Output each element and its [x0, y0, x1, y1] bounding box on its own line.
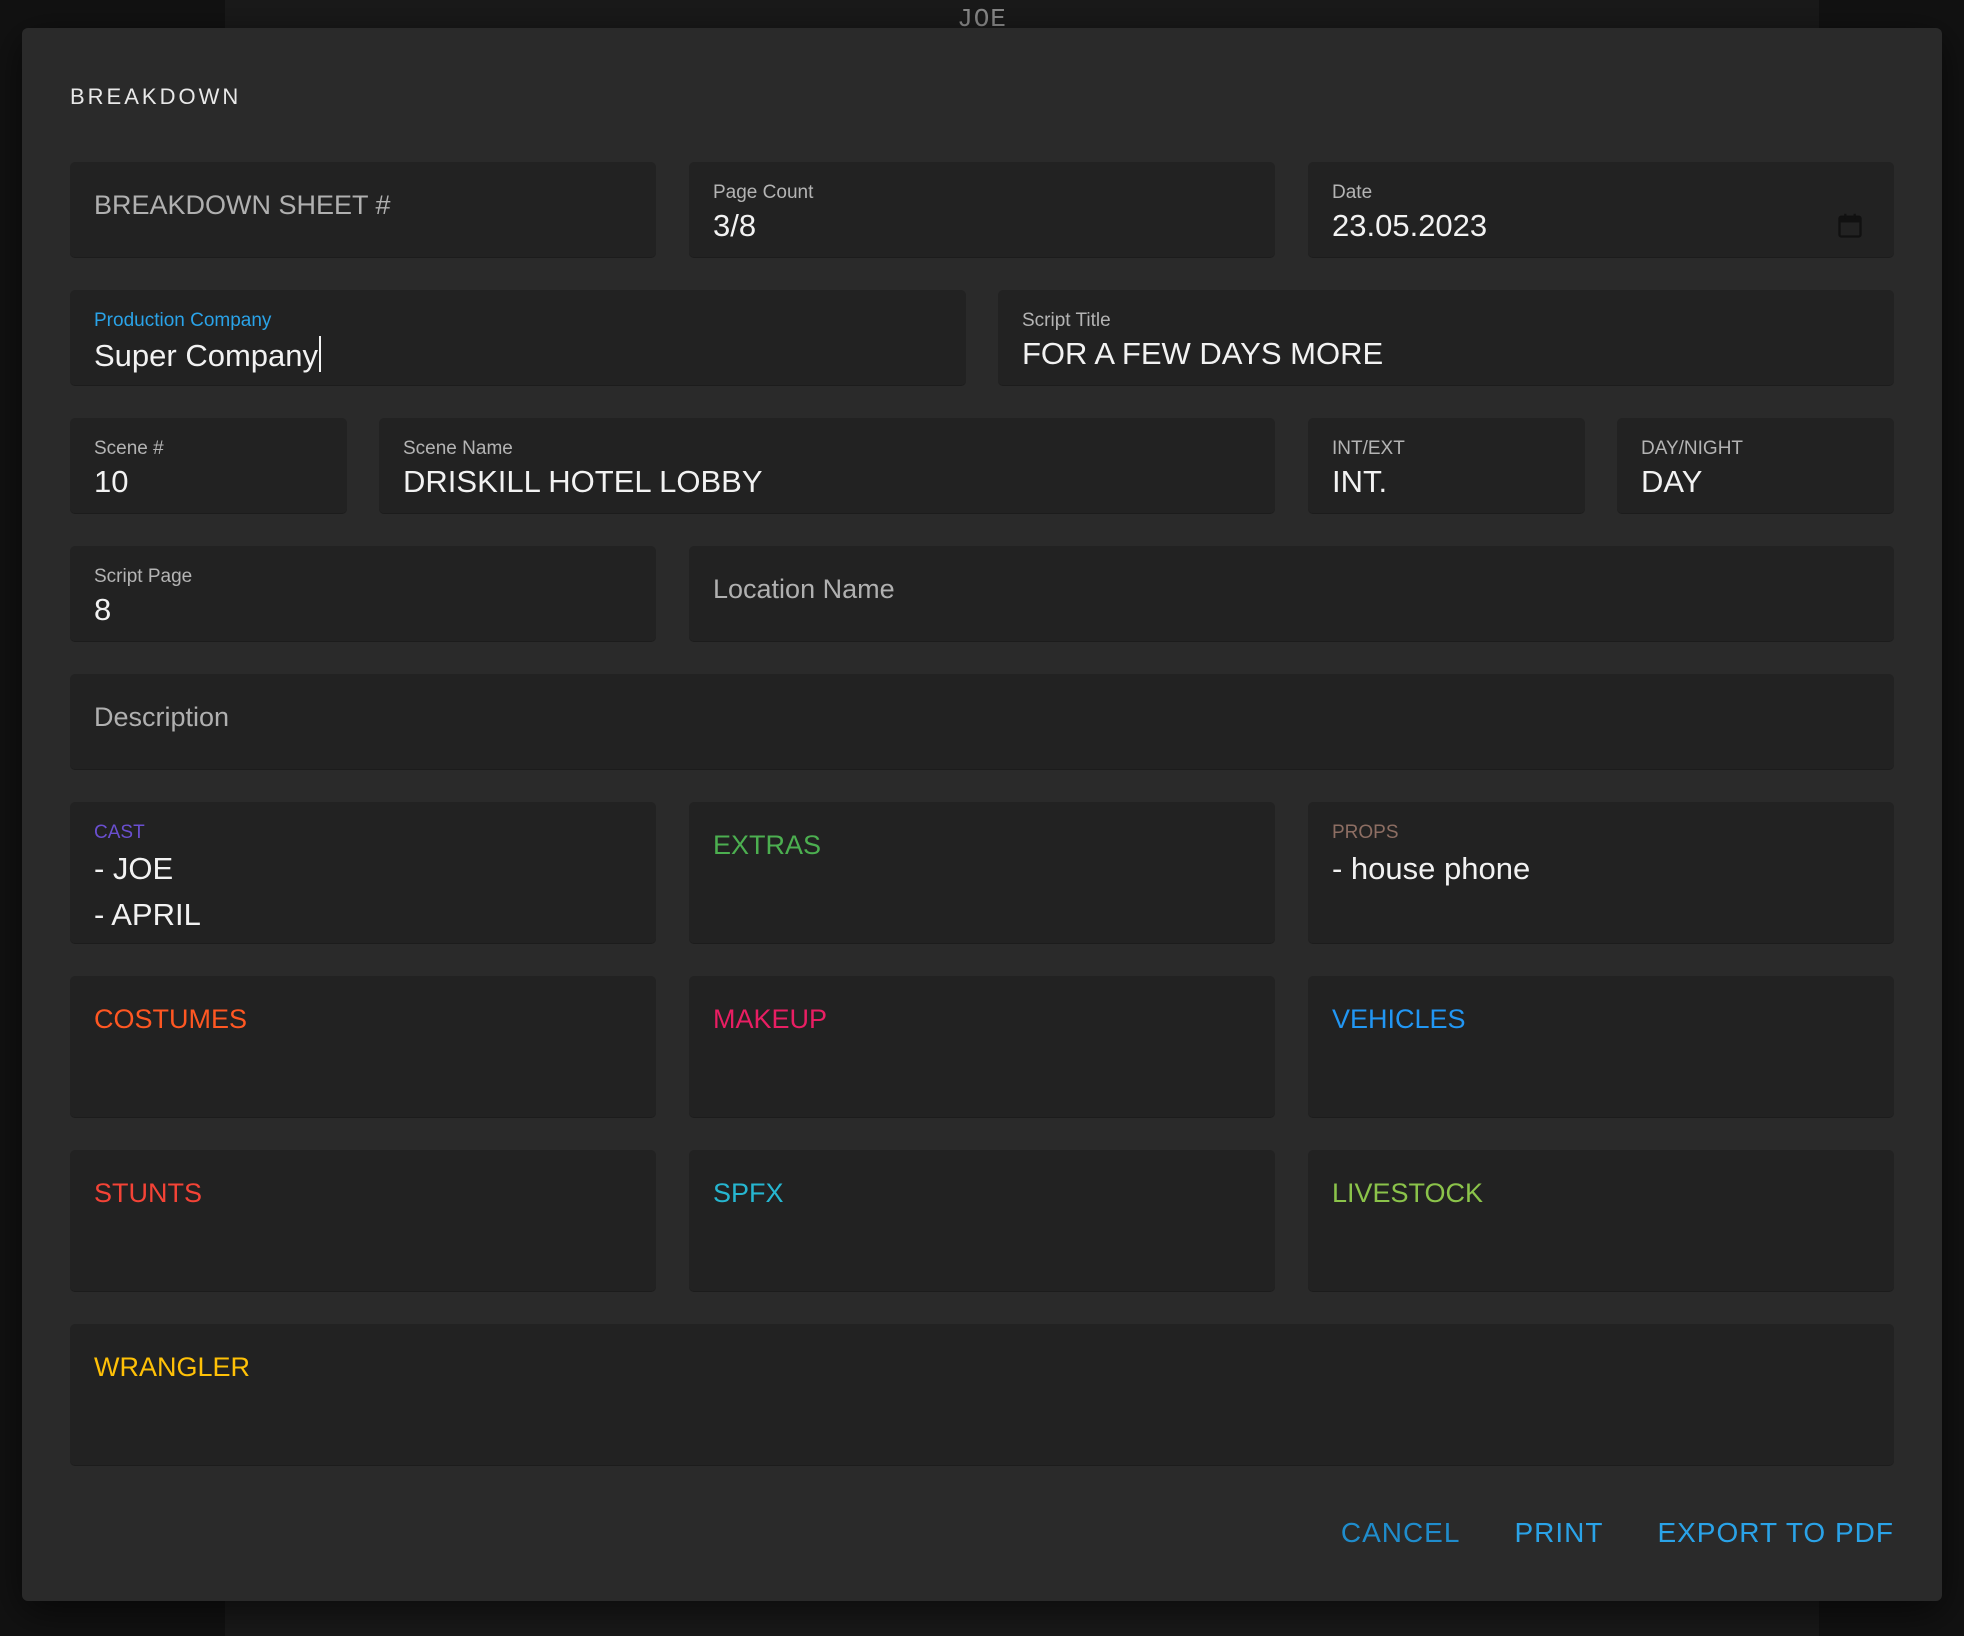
- description-placeholder: Description: [94, 702, 230, 732]
- calendar-icon[interactable]: [1836, 212, 1864, 240]
- script-page-value: 8: [94, 592, 112, 627]
- vehicles-field[interactable]: VEHICLES: [1308, 976, 1894, 1118]
- page-count-label: Page Count: [713, 182, 814, 203]
- scene-number-field[interactable]: Scene # 10: [70, 418, 347, 514]
- int-ext-label: INT/EXT: [1332, 438, 1405, 459]
- stunts-field[interactable]: STUNTS: [70, 1150, 656, 1292]
- cancel-button[interactable]: CANCEL: [1341, 1517, 1461, 1549]
- cast-label: CAST: [94, 822, 145, 843]
- date-field[interactable]: Date 23.05.2023: [1308, 162, 1894, 258]
- day-night-value: DAY: [1641, 464, 1703, 499]
- extras-label: EXTRAS: [713, 830, 822, 860]
- cast-field[interactable]: CAST - JOE - APRIL: [70, 802, 656, 944]
- date-value: 23.05.2023: [1332, 208, 1488, 243]
- text-caret: [319, 336, 322, 372]
- production-company-value: Super Company: [94, 336, 322, 374]
- wrangler-label: WRANGLER: [94, 1352, 251, 1382]
- page-count-field[interactable]: Page Count 3/8: [689, 162, 1275, 258]
- wrangler-field[interactable]: WRANGLER: [70, 1324, 1894, 1466]
- dialog-actions: CANCEL PRINT EXPORT TO PDF: [1341, 1517, 1894, 1549]
- script-title-value: FOR A FEW DAYS MORE: [1022, 336, 1384, 371]
- production-company-field[interactable]: Production Company Super Company: [70, 290, 966, 386]
- costumes-label: COSTUMES: [94, 1004, 248, 1034]
- day-night-label: DAY/NIGHT: [1641, 438, 1744, 459]
- script-page-field[interactable]: Script Page 8: [70, 546, 656, 642]
- int-ext-value: INT.: [1332, 464, 1388, 499]
- script-title-field[interactable]: Script Title FOR A FEW DAYS MORE: [998, 290, 1894, 386]
- costumes-field[interactable]: COSTUMES: [70, 976, 656, 1118]
- vehicles-label: VEHICLES: [1332, 1004, 1466, 1034]
- day-night-field[interactable]: DAY/NIGHT DAY: [1617, 418, 1894, 514]
- props-list: - house phone: [1332, 846, 1530, 892]
- description-field[interactable]: Description: [70, 674, 1894, 770]
- breakdown-dialog: BREAKDOWN BREAKDOWN SHEET # Page Count 3…: [22, 28, 1942, 1601]
- stunts-label: STUNTS: [94, 1178, 202, 1208]
- props-field[interactable]: PROPS - house phone: [1308, 802, 1894, 944]
- location-name-placeholder: Location Name: [713, 574, 895, 604]
- script-title-label: Script Title: [1022, 310, 1111, 331]
- scene-name-value: DRISKILL HOTEL LOBBY: [403, 464, 763, 499]
- script-page-label: Script Page: [94, 566, 193, 587]
- dialog-title: BREAKDOWN: [70, 84, 242, 109]
- breakdown-sheet-field[interactable]: BREAKDOWN SHEET #: [70, 162, 656, 258]
- breakdown-sheet-placeholder: BREAKDOWN SHEET #: [94, 190, 391, 220]
- livestock-field[interactable]: LIVESTOCK: [1308, 1150, 1894, 1292]
- int-ext-field[interactable]: INT/EXT INT.: [1308, 418, 1585, 514]
- scene-name-label: Scene Name: [403, 438, 513, 459]
- makeup-label: MAKEUP: [713, 1004, 828, 1034]
- page-count-value: 3/8: [713, 208, 757, 243]
- production-company-label: Production Company: [94, 310, 272, 331]
- props-item: - house phone: [1332, 851, 1531, 886]
- extras-field[interactable]: EXTRAS: [689, 802, 1275, 944]
- scene-name-field[interactable]: Scene Name DRISKILL HOTEL LOBBY: [379, 418, 1275, 514]
- cast-item: - APRIL: [94, 897, 201, 932]
- makeup-field[interactable]: MAKEUP: [689, 976, 1275, 1118]
- scene-number-value: 10: [94, 464, 129, 499]
- cast-list: - JOE - APRIL: [94, 846, 201, 938]
- livestock-label: LIVESTOCK: [1332, 1178, 1484, 1208]
- export-pdf-button[interactable]: EXPORT TO PDF: [1657, 1517, 1894, 1549]
- print-button[interactable]: PRINT: [1514, 1517, 1603, 1549]
- spfx-label: SPFX: [713, 1178, 784, 1208]
- spfx-field[interactable]: SPFX: [689, 1150, 1275, 1292]
- date-label: Date: [1332, 182, 1373, 203]
- location-name-field[interactable]: Location Name: [689, 546, 1894, 642]
- cast-item: - JOE: [94, 851, 174, 886]
- scene-number-label: Scene #: [94, 438, 164, 459]
- props-label: PROPS: [1332, 822, 1399, 843]
